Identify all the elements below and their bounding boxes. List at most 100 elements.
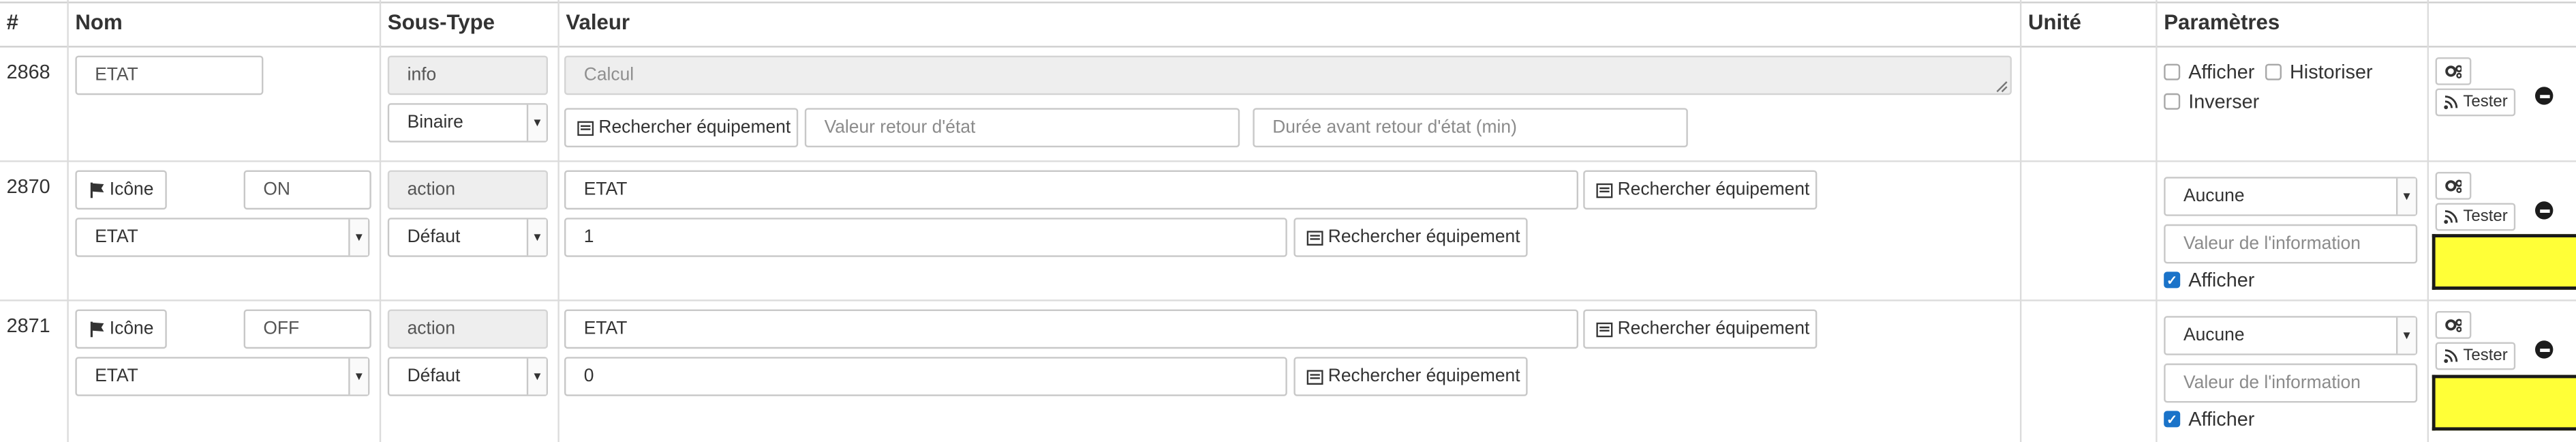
search-equipment-button[interactable]: Rechercher équipement bbox=[1293, 357, 1528, 396]
rss-icon bbox=[2444, 348, 2459, 364]
minus-circle-icon[interactable] bbox=[2535, 87, 2554, 105]
checkbox-box[interactable] bbox=[2265, 63, 2282, 80]
param-select-value: Aucune bbox=[2183, 186, 2245, 207]
value-input[interactable]: 0 bbox=[564, 357, 1287, 396]
historiser-checkbox[interactable]: Historiser bbox=[2265, 60, 2373, 84]
config-button[interactable] bbox=[2435, 311, 2472, 339]
gears-icon bbox=[2445, 63, 2462, 79]
minus-circle-icon[interactable] bbox=[2535, 201, 2554, 220]
param-select[interactable]: Aucune ▼ bbox=[2164, 316, 2418, 355]
chevron-down-icon: ▼ bbox=[348, 219, 368, 256]
column-separator bbox=[2020, 0, 2022, 442]
afficher-checkbox[interactable]: ✓ Afficher bbox=[2164, 407, 2255, 431]
name-input[interactable]: ETAT bbox=[75, 55, 264, 95]
tester-button[interactable]: Tester bbox=[2435, 88, 2516, 117]
linked-info-select[interactable]: ETAT ▼ bbox=[75, 357, 370, 396]
linked-info-select[interactable]: ETAT ▼ bbox=[75, 218, 370, 257]
icon-picker-label: Icône bbox=[109, 180, 154, 200]
name-input[interactable]: OFF bbox=[243, 309, 371, 349]
value-command-input[interactable]: ETAT bbox=[564, 309, 1579, 349]
tester-label: Tester bbox=[2463, 347, 2508, 366]
table-top-border bbox=[0, 1, 2576, 3]
return-state-input[interactable]: Valeur retour d'état bbox=[804, 108, 1240, 148]
icon-picker-button[interactable]: Icône bbox=[75, 170, 167, 210]
param-select[interactable]: Aucune ▼ bbox=[2164, 177, 2418, 216]
chevron-down-icon: ▼ bbox=[526, 104, 547, 141]
subtype-value: Défaut bbox=[407, 227, 461, 248]
checkbox-box[interactable] bbox=[2164, 63, 2181, 80]
search-equipment-label: Rechercher équipement bbox=[1328, 366, 1520, 387]
rss-icon bbox=[2444, 94, 2459, 110]
search-equipment-label: Rechercher équipement bbox=[1617, 319, 1810, 339]
checkbox-box-checked[interactable]: ✓ bbox=[2164, 411, 2181, 428]
info-value-input[interactable]: Valeur de l'information bbox=[2164, 224, 2418, 264]
column-separator bbox=[67, 0, 69, 442]
checkbox-box[interactable] bbox=[2164, 93, 2181, 110]
inverser-checkbox[interactable]: Inverser bbox=[2164, 90, 2259, 113]
gears-icon bbox=[2445, 177, 2462, 194]
config-button[interactable] bbox=[2435, 57, 2472, 85]
return-delay-input[interactable]: Durée avant retour d'état (min) bbox=[1253, 108, 1688, 148]
subtype-select[interactable]: Binaire ▼ bbox=[387, 103, 549, 143]
header-nom: Nom bbox=[75, 10, 123, 35]
historiser-label: Historiser bbox=[2290, 60, 2373, 84]
search-equipment-button[interactable]: Rechercher équipement bbox=[1293, 218, 1528, 257]
linked-info-value: ETAT bbox=[95, 227, 138, 248]
chevron-down-icon: ▼ bbox=[2396, 178, 2416, 215]
afficher-checkbox[interactable]: Afficher bbox=[2164, 60, 2255, 84]
column-separator bbox=[2427, 0, 2429, 442]
afficher-label: Afficher bbox=[2188, 60, 2255, 84]
header-unite: Unité bbox=[2028, 10, 2081, 35]
search-equipment-button[interactable]: Rechercher équipement bbox=[564, 108, 799, 148]
icon-picker-button[interactable]: Icône bbox=[75, 309, 167, 349]
header-parametres: Paramètres bbox=[2164, 10, 2280, 35]
value-command-input[interactable]: ETAT bbox=[564, 170, 1579, 210]
subtype-value: Défaut bbox=[407, 366, 461, 387]
afficher-label: Afficher bbox=[2188, 407, 2255, 431]
list-alt-icon bbox=[1596, 181, 1613, 198]
row-id: 2871 bbox=[6, 314, 50, 338]
flag-icon bbox=[89, 321, 105, 338]
tester-label: Tester bbox=[2463, 207, 2508, 226]
column-separator bbox=[379, 0, 382, 442]
header-num: # bbox=[6, 10, 18, 35]
afficher-checkbox[interactable]: ✓ Afficher bbox=[2164, 269, 2254, 291]
search-equipment-button[interactable]: Rechercher équipement bbox=[1583, 309, 1818, 349]
search-equipment-label: Rechercher équipement bbox=[598, 117, 791, 138]
list-alt-icon bbox=[577, 119, 594, 136]
type-badge: info bbox=[387, 55, 549, 95]
color-swatch[interactable] bbox=[2432, 234, 2576, 290]
header-soustype: Sous-Type bbox=[387, 10, 495, 35]
config-button[interactable] bbox=[2435, 172, 2472, 200]
gears-icon bbox=[2445, 316, 2462, 333]
resize-handle-icon[interactable] bbox=[1995, 80, 2008, 93]
search-equipment-button[interactable]: Rechercher équipement bbox=[1583, 170, 1818, 210]
row-separator bbox=[0, 299, 2576, 301]
row-id: 2870 bbox=[6, 175, 50, 198]
calc-input[interactable]: Calcul bbox=[564, 55, 2012, 95]
column-separator bbox=[2156, 0, 2158, 442]
color-swatch[interactable] bbox=[2432, 374, 2576, 431]
chevron-down-icon: ▼ bbox=[526, 358, 547, 395]
icon-picker-label: Icône bbox=[109, 319, 154, 339]
chevron-down-icon: ▼ bbox=[2396, 317, 2416, 354]
tester-button[interactable]: Tester bbox=[2435, 342, 2516, 370]
rss-icon bbox=[2444, 209, 2459, 225]
minus-circle-icon[interactable] bbox=[2535, 340, 2554, 359]
column-separator bbox=[557, 0, 559, 442]
search-equipment-label: Rechercher équipement bbox=[1328, 227, 1520, 248]
list-alt-icon bbox=[1306, 368, 1323, 385]
linked-info-value: ETAT bbox=[95, 366, 138, 387]
type-badge: action bbox=[387, 170, 549, 210]
inverser-label: Inverser bbox=[2188, 90, 2260, 113]
chevron-down-icon: ▼ bbox=[526, 219, 547, 256]
tester-button[interactable]: Tester bbox=[2435, 203, 2516, 231]
value-input[interactable]: 1 bbox=[564, 218, 1287, 257]
command-table: # Nom Sous-Type Valeur Unité Paramètres … bbox=[0, 0, 2576, 442]
checkbox-box-checked[interactable]: ✓ bbox=[2164, 271, 2181, 289]
name-input[interactable]: ON bbox=[243, 170, 371, 210]
info-value-input[interactable]: Valeur de l'information bbox=[2164, 363, 2418, 403]
subtype-select[interactable]: Défaut ▼ bbox=[387, 218, 549, 257]
subtype-select[interactable]: Défaut ▼ bbox=[387, 357, 549, 396]
type-badge: action bbox=[387, 309, 549, 349]
